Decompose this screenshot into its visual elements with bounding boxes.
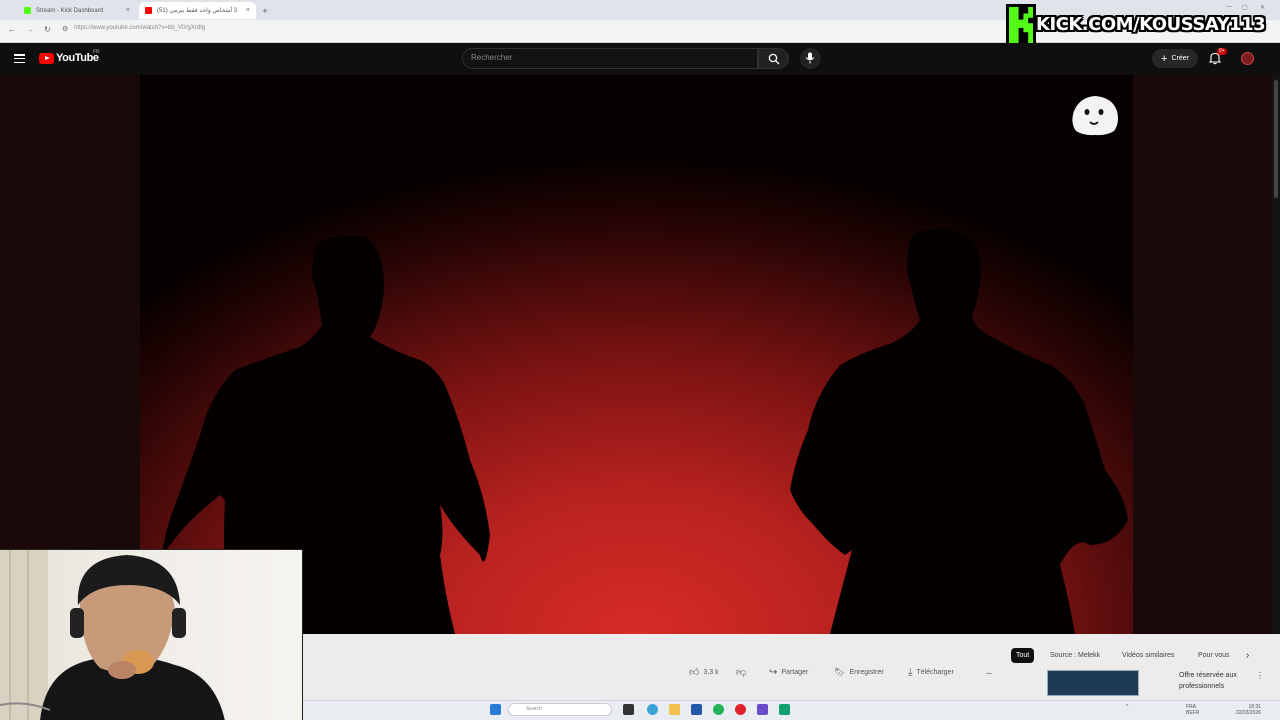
download-button[interactable]: ⤓ Télécharger bbox=[908, 665, 954, 679]
app-icon[interactable] bbox=[757, 704, 768, 715]
menu-icon[interactable] bbox=[14, 54, 25, 64]
save-label: Enregistrer bbox=[849, 668, 884, 676]
chip-for-you[interactable]: Pour vous bbox=[1193, 648, 1237, 663]
download-icon: ⤓ bbox=[908, 666, 913, 678]
kebab-menu-icon[interactable]: ⋮ bbox=[1256, 671, 1264, 680]
kick-logo-icon bbox=[1006, 4, 1036, 46]
kick-overlay: KICK.COM/KOUSSAY113 bbox=[1006, 4, 1278, 46]
close-icon[interactable]: × bbox=[246, 7, 250, 14]
obs-icon[interactable] bbox=[779, 704, 790, 715]
create-label: Créer bbox=[1171, 55, 1189, 62]
bookmark-icon: 🔖︎ bbox=[834, 666, 846, 677]
windows-start-icon[interactable] bbox=[490, 704, 501, 715]
url-field[interactable]: https://www.youtube.com/watch?v=bb_VIVgX… bbox=[74, 25, 205, 31]
youtube-logo-icon[interactable] bbox=[39, 53, 54, 64]
thumbs-down-icon: 👎︎ bbox=[736, 667, 747, 678]
keyboard-layout: BEFR bbox=[1186, 710, 1200, 716]
search-icon bbox=[768, 53, 780, 65]
plus-icon: + bbox=[1161, 52, 1168, 65]
streamer-webcam bbox=[0, 549, 303, 720]
opera-icon[interactable] bbox=[735, 704, 746, 715]
microphone-icon bbox=[805, 52, 815, 64]
chip-source[interactable]: Source : Melekk bbox=[1045, 648, 1105, 663]
thumbs-up-icon: 👍︎ bbox=[689, 667, 700, 678]
search-box bbox=[462, 48, 758, 69]
tab-kick-dashboard[interactable]: Stream - Kick Dashboard × bbox=[18, 2, 136, 19]
edge-icon[interactable] bbox=[647, 704, 658, 715]
clock[interactable]: 18:31 02/03/2026 bbox=[1236, 704, 1261, 716]
close-icon[interactable]: × bbox=[126, 7, 130, 14]
tray-chevron-icon[interactable]: ^ bbox=[1126, 704, 1128, 710]
right-silhouette bbox=[790, 229, 1128, 634]
avatar[interactable] bbox=[1241, 52, 1254, 65]
suggestion-title[interactable]: Offre réservée aux professionnels bbox=[1179, 670, 1249, 692]
country-code: FR bbox=[93, 49, 100, 55]
webcam-person bbox=[0, 550, 225, 720]
share-label: Partager bbox=[781, 668, 809, 676]
forward-icon[interactable]: → bbox=[26, 25, 34, 34]
more-actions-button[interactable]: ... bbox=[986, 665, 992, 679]
kick-handle: KICK.COM/KOUSSAY113 bbox=[1036, 14, 1266, 35]
file-explorer-icon[interactable] bbox=[669, 704, 680, 715]
store-icon[interactable] bbox=[691, 704, 702, 715]
dislike-button[interactable]: 👎︎ bbox=[736, 665, 746, 679]
share-icon: ↪ bbox=[769, 666, 778, 678]
windows-taskbar bbox=[303, 700, 1280, 720]
back-icon[interactable]: ← bbox=[8, 25, 16, 34]
site-info-icon[interactable]: ⚙ bbox=[62, 25, 68, 33]
voice-search-button[interactable] bbox=[800, 48, 821, 69]
taskview-icon[interactable] bbox=[623, 704, 634, 715]
share-button[interactable]: ↪ Partager bbox=[769, 665, 808, 679]
search-button[interactable] bbox=[758, 48, 789, 69]
notification-badge: 9+ bbox=[1217, 48, 1227, 55]
youtube-icon bbox=[145, 7, 152, 14]
new-tab-button[interactable]: + bbox=[258, 2, 272, 19]
save-button[interactable]: 🔖︎ Enregistrer bbox=[834, 665, 884, 679]
tab-youtube-video[interactable]: 3 أشخاص واحد فقط بيرمي (51) × bbox=[139, 2, 256, 19]
chip-all[interactable]: Tout bbox=[1011, 648, 1035, 663]
download-label: Télécharger bbox=[916, 668, 954, 676]
reload-icon[interactable]: ↻ bbox=[44, 25, 51, 34]
youtube-header: YouTube FR + Créer 9+ bbox=[0, 43, 1280, 75]
kick-icon bbox=[24, 7, 31, 14]
create-button[interactable]: + Créer bbox=[1152, 49, 1198, 68]
ghost-icon bbox=[1072, 96, 1118, 136]
chip-similar[interactable]: Vidéos similaires bbox=[1117, 648, 1179, 663]
search-input[interactable] bbox=[471, 53, 751, 62]
like-count: 3,3 k bbox=[703, 668, 719, 676]
suggestion-thumbnail[interactable] bbox=[1047, 670, 1139, 696]
language-indicator[interactable]: FRA BEFR bbox=[1186, 704, 1199, 716]
chevron-right-icon[interactable]: › bbox=[1246, 650, 1249, 661]
taskbar-search[interactable]: Search bbox=[508, 703, 612, 716]
whatsapp-icon[interactable] bbox=[713, 704, 724, 715]
tab-label: Stream - Kick Dashboard bbox=[36, 7, 104, 14]
tab-label: 3 أشخاص واحد فقط بيرمي (51) bbox=[157, 8, 238, 14]
scrollbar-thumb[interactable] bbox=[1274, 80, 1278, 198]
like-button[interactable]: 👍︎ 3,3 k bbox=[689, 665, 719, 679]
clock-date: 02/03/2026 bbox=[1236, 710, 1262, 716]
